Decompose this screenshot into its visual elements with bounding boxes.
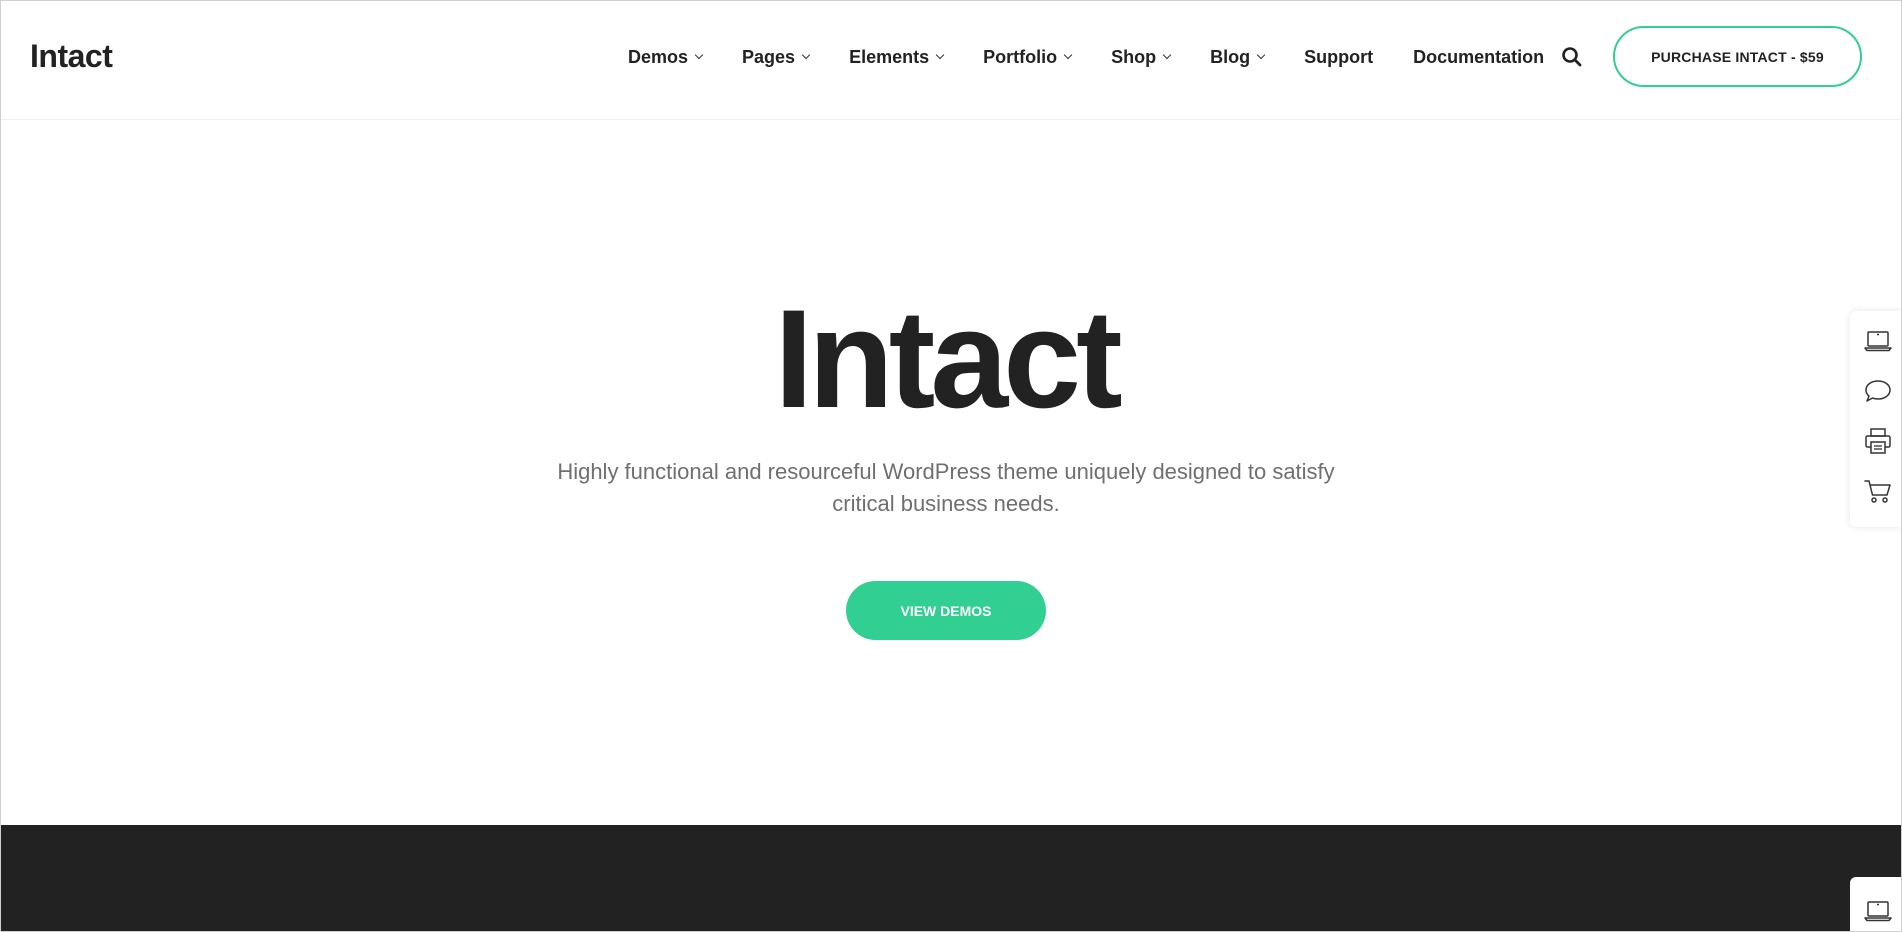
nav-item-support[interactable]: Support <box>1304 47 1373 68</box>
chevron-down-icon <box>694 50 704 60</box>
laptop-icon[interactable] <box>1863 897 1893 925</box>
nav-item-label: Elements <box>849 46 930 67</box>
chevron-down-icon <box>801 50 811 60</box>
nav-item-label: Shop <box>1111 46 1157 67</box>
nav-item-shop[interactable]: Shop <box>1111 46 1172 68</box>
chevron-down-icon <box>1162 50 1172 60</box>
page: Intact Demos Pages Elements Portfolio Sh… <box>0 0 1902 932</box>
nav-item-demos[interactable]: Demos <box>628 46 704 68</box>
nav-item-elements[interactable]: Elements <box>849 46 945 68</box>
printer-icon[interactable] <box>1863 427 1893 455</box>
chevron-down-icon <box>1256 50 1266 60</box>
nav-item-pages[interactable]: Pages <box>742 46 811 68</box>
side-toolbar-bottom <box>1850 877 1901 931</box>
chevron-down-icon <box>1063 50 1073 60</box>
dark-section <box>1 825 1901 931</box>
nav-item-portfolio[interactable]: Portfolio <box>983 46 1073 68</box>
nav-item-label: Pages <box>742 46 796 67</box>
side-toolbar <box>1850 311 1901 527</box>
nav-item-label: Documentation <box>1413 46 1545 67</box>
nav-item-label: Support <box>1304 46 1374 67</box>
nav-item-label: Blog <box>1210 46 1251 67</box>
hero-subtitle: Highly functional and resourceful WordPr… <box>557 459 1335 516</box>
nav-item-documentation[interactable]: Documentation <box>1413 47 1544 68</box>
hero-title: Intact <box>774 280 1122 437</box>
nav-item-blog[interactable]: Blog <box>1210 46 1266 68</box>
main-nav: Demos Pages Elements Portfolio Shop Blog <box>628 45 1544 69</box>
site-logo[interactable]: Intact <box>30 38 113 75</box>
site-header: Intact Demos Pages Elements Portfolio Sh… <box>1 1 1901 120</box>
chat-bubble-icon[interactable] <box>1863 377 1893 405</box>
laptop-icon[interactable] <box>1863 327 1893 355</box>
nav-item-label: Demos <box>628 46 689 67</box>
cart-icon[interactable] <box>1863 477 1893 505</box>
nav-item-label: Portfolio <box>983 46 1058 67</box>
search-icon[interactable] <box>1561 46 1583 68</box>
view-demos-button[interactable]: VIEW DEMOS <box>846 581 1046 640</box>
chevron-down-icon <box>935 50 945 60</box>
purchase-button[interactable]: PURCHASE INTACT - $59 <box>1613 26 1862 87</box>
